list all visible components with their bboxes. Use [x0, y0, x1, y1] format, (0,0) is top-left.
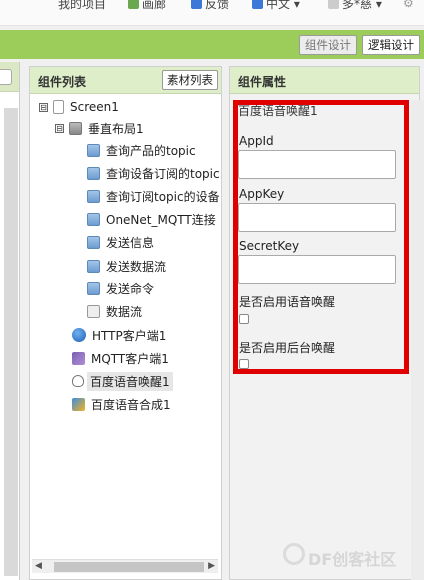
designer-tab-button[interactable]: 组件设计 — [299, 35, 357, 55]
enable-background-wakeup-checkbox[interactable] — [239, 359, 249, 369]
nav-user[interactable]: 多*慈 ▾ — [328, 0, 382, 12]
feedback-icon — [191, 0, 202, 9]
blocks-tab-button[interactable]: 逻辑设计 — [362, 35, 420, 55]
mqtt-icon — [72, 351, 85, 365]
nav-language[interactable]: 中文 ▾ — [252, 0, 300, 12]
components-panel-title: 组件列表 — [38, 75, 87, 89]
designer-toolbar: 组件设计 逻辑设计 — [0, 30, 424, 59]
nav-my-projects[interactable]: 我的项目 — [58, 0, 106, 12]
tree-item-component[interactable]: 发送信息 — [87, 232, 154, 252]
screen-size-dropdown[interactable] — [0, 69, 12, 85]
tree-item-component[interactable]: 发送命令 — [87, 278, 154, 298]
textbox-icon — [87, 281, 100, 295]
appkey-field[interactable] — [238, 203, 396, 232]
appid-label: AppId — [239, 134, 274, 148]
secretkey-field[interactable] — [238, 255, 396, 284]
tree-item-component[interactable]: 数据流 — [87, 301, 142, 321]
tree-item-component[interactable]: OneNet_MQTT连接 — [87, 209, 216, 229]
top-navbar: 我的项目 画廊 反馈 中文 ▾ 多*慈 ▾ ⚙ — [0, 0, 424, 26]
tree-item-component[interactable]: 百度语音合成1 — [72, 394, 171, 414]
layout-icon — [69, 121, 82, 135]
enable-wakeup-label: 是否启用语音唤醒 — [239, 295, 336, 309]
voice-wakeup-icon — [72, 375, 84, 387]
tree-item-component-selected[interactable]: 百度语音唤醒1 — [72, 371, 173, 391]
user-icon — [328, 0, 339, 9]
watermark-logo-icon — [283, 543, 305, 565]
collapse-icon[interactable]: ⊟ — [55, 123, 64, 133]
viewer-scrollbar[interactable] — [4, 108, 18, 576]
enable-background-wakeup-label: 是否启用后台唤醒 — [239, 341, 336, 355]
screen-icon — [53, 100, 64, 114]
scroll-left-icon[interactable]: ◀ — [35, 561, 42, 571]
tree-item-component[interactable]: 查询设备订阅的topic — [87, 163, 220, 183]
viewer-panel — [0, 62, 20, 580]
tree-item-component[interactable]: HTTP客户端1 — [72, 325, 166, 345]
collapse-icon[interactable]: ⊟ — [39, 102, 48, 112]
selected-component-name: 百度语音唤醒1 — [238, 104, 318, 118]
components-hscrollbar[interactable]: ◀ ▶ — [32, 559, 218, 573]
nav-feedback[interactable]: 反馈 — [191, 0, 229, 12]
enable-wakeup-checkbox[interactable] — [239, 314, 249, 324]
textbox-icon — [87, 259, 100, 273]
tree-item-component[interactable]: 发送数据流 — [87, 256, 166, 276]
clock-icon — [87, 304, 100, 318]
media-list-button[interactable]: 素材列表 — [162, 70, 218, 90]
tree-item-vertical-layout[interactable]: ⊟ 垂直布局1 — [55, 118, 144, 138]
viewer-panel-header — [0, 62, 19, 92]
web-icon — [72, 328, 86, 342]
textbox-icon — [87, 212, 100, 226]
textbox-icon — [87, 235, 100, 249]
appid-field[interactable] — [238, 150, 396, 179]
watermark: DF创客社区 — [308, 550, 397, 569]
gallery-icon — [128, 0, 139, 9]
textbox-icon — [87, 143, 100, 157]
tree-item-component[interactable]: 查询订阅topic的设备 — [87, 186, 220, 206]
tree-item-component[interactable]: 查询产品的topic — [87, 140, 196, 160]
textbox-icon — [87, 189, 100, 203]
tree-item-screen1[interactable]: ⊟ Screen1 — [39, 97, 119, 117]
scroll-thumb[interactable] — [54, 562, 204, 572]
scroll-right-icon[interactable]: ▶ — [208, 561, 215, 571]
properties-panel-header: 组件属性 — [230, 67, 419, 94]
appkey-label: AppKey — [239, 187, 285, 201]
properties-scrollbar[interactable] — [411, 100, 424, 580]
properties-panel-title: 组件属性 — [238, 75, 287, 89]
tts-icon — [72, 397, 85, 411]
textbox-icon — [87, 166, 100, 180]
language-icon — [252, 0, 263, 9]
nav-gallery[interactable]: 画廊 — [128, 0, 166, 12]
settings-icon[interactable]: ⚙ — [403, 0, 414, 12]
secretkey-label: SecretKey — [239, 239, 300, 253]
components-panel-header: 组件列表 素材列表 — [30, 67, 221, 94]
tree-item-component[interactable]: MQTT客户端1 — [72, 348, 169, 368]
